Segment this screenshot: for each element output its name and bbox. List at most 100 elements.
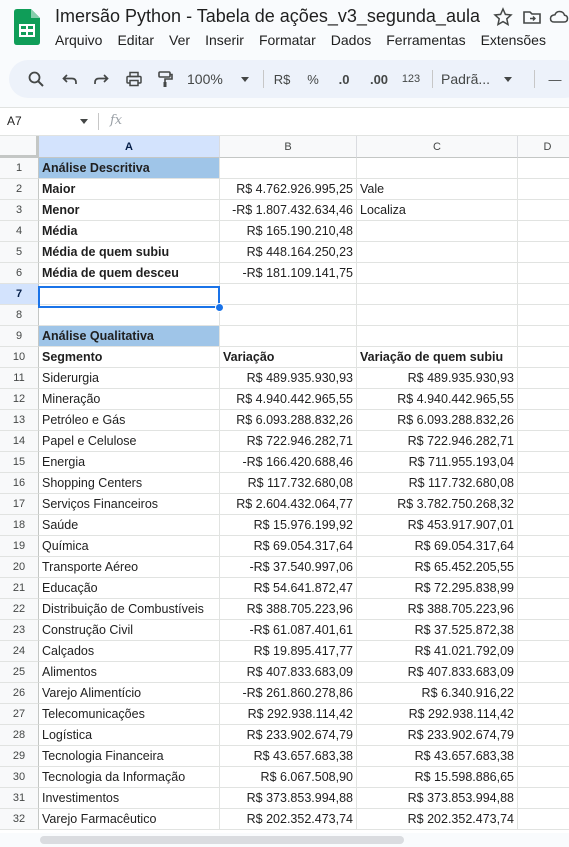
row-header[interactable]: 20 bbox=[0, 557, 39, 578]
cell-d[interactable] bbox=[518, 158, 569, 179]
cell-a[interactable]: Shopping Centers bbox=[39, 473, 220, 494]
row-header[interactable]: 5 bbox=[0, 242, 39, 263]
undo-button[interactable] bbox=[57, 60, 83, 98]
row-header[interactable]: 16 bbox=[0, 473, 39, 494]
cell-d[interactable] bbox=[518, 284, 569, 305]
cell-d[interactable] bbox=[518, 200, 569, 221]
fill-handle[interactable] bbox=[215, 303, 224, 312]
cell-c[interactable]: R$ 407.833.683,09 bbox=[357, 662, 518, 683]
cell-a[interactable]: Transporte Aéreo bbox=[39, 557, 220, 578]
cell-c[interactable]: R$ 233.902.674,79 bbox=[357, 725, 518, 746]
cell-d[interactable] bbox=[518, 515, 569, 536]
cell-b[interactable]: R$ 69.054.317,64 bbox=[220, 536, 357, 557]
cell-d[interactable] bbox=[518, 557, 569, 578]
cell-c[interactable]: R$ 489.935.930,93 bbox=[357, 368, 518, 389]
cell-c[interactable] bbox=[357, 263, 518, 284]
cell-c[interactable]: R$ 43.657.683,38 bbox=[357, 746, 518, 767]
cell-d[interactable] bbox=[518, 452, 569, 473]
cell-b[interactable]: -R$ 181.109.141,75 bbox=[220, 263, 357, 284]
horizontal-scrollbar[interactable] bbox=[0, 833, 569, 847]
cell-d[interactable] bbox=[518, 767, 569, 788]
row-header[interactable]: 22 bbox=[0, 599, 39, 620]
cell-a[interactable]: Mineração bbox=[39, 389, 220, 410]
cell-a[interactable]: Tecnologia Financeira bbox=[39, 746, 220, 767]
cell-c[interactable]: R$ 37.525.872,38 bbox=[357, 620, 518, 641]
cell-a[interactable]: Telecomunicações bbox=[39, 704, 220, 725]
more-formats-button[interactable]: 123 bbox=[398, 60, 424, 98]
cell-b[interactable] bbox=[220, 284, 357, 305]
menu-dados[interactable]: Dados bbox=[331, 32, 371, 48]
cell-c[interactable]: Variação de quem subiu bbox=[357, 347, 518, 368]
cell-d[interactable] bbox=[518, 179, 569, 200]
format-currency-button[interactable]: R$ bbox=[270, 60, 294, 98]
cell-a[interactable]: Petróleo e Gás bbox=[39, 410, 220, 431]
decrease-decimal-button[interactable]: .0 bbox=[331, 60, 357, 98]
cell-d[interactable] bbox=[518, 683, 569, 704]
cell-d[interactable] bbox=[518, 599, 569, 620]
cell-d[interactable] bbox=[518, 263, 569, 284]
menu-formatar[interactable]: Formatar bbox=[259, 32, 316, 48]
row-header[interactable]: 30 bbox=[0, 767, 39, 788]
row-header[interactable]: 19 bbox=[0, 536, 39, 557]
name-box[interactable]: A7 bbox=[7, 114, 22, 128]
cell-d[interactable] bbox=[518, 746, 569, 767]
font-select[interactable]: Padrã... bbox=[441, 60, 525, 98]
formula-input[interactable] bbox=[135, 113, 555, 131]
cell-d[interactable] bbox=[518, 221, 569, 242]
cell-b[interactable]: -R$ 261.860.278,86 bbox=[220, 683, 357, 704]
cell-a[interactable]: Logística bbox=[39, 725, 220, 746]
search-menus-button[interactable] bbox=[23, 60, 49, 98]
cell-c[interactable]: R$ 292.938.114,42 bbox=[357, 704, 518, 725]
cell-c[interactable]: Localiza bbox=[357, 200, 518, 221]
row-header[interactable]: 14 bbox=[0, 431, 39, 452]
row-header[interactable]: 11 bbox=[0, 368, 39, 389]
row-header[interactable]: 25 bbox=[0, 662, 39, 683]
cell-b[interactable]: -R$ 166.420.688,46 bbox=[220, 452, 357, 473]
row-header[interactable]: 18 bbox=[0, 515, 39, 536]
cell-d[interactable] bbox=[518, 641, 569, 662]
row-header[interactable]: 29 bbox=[0, 746, 39, 767]
cell-d[interactable] bbox=[518, 536, 569, 557]
cell-c[interactable]: R$ 373.853.994,88 bbox=[357, 788, 518, 809]
cell-b[interactable]: R$ 6.067.508,90 bbox=[220, 767, 357, 788]
cell-a[interactable]: Média bbox=[39, 221, 220, 242]
format-percent-button[interactable]: % bbox=[302, 60, 324, 98]
row-header[interactable]: 3 bbox=[0, 200, 39, 221]
menu-extensoes[interactable]: Extensões bbox=[481, 32, 546, 48]
cell-a[interactable]: Tecnologia da Informação bbox=[39, 767, 220, 788]
cell-b[interactable] bbox=[220, 305, 357, 326]
cell-c[interactable] bbox=[357, 158, 518, 179]
row-header[interactable]: 13 bbox=[0, 410, 39, 431]
cell-b[interactable]: R$ 292.938.114,42 bbox=[220, 704, 357, 725]
move-to-folder-icon[interactable] bbox=[522, 7, 542, 27]
cell-a[interactable]: Química bbox=[39, 536, 220, 557]
cell-a[interactable]: Investimentos bbox=[39, 788, 220, 809]
cell-d[interactable] bbox=[518, 809, 569, 830]
cell-b[interactable]: R$ 448.164.250,23 bbox=[220, 242, 357, 263]
cell-a[interactable]: Construção Civil bbox=[39, 620, 220, 641]
cell-b[interactable]: R$ 4.762.926.995,25 bbox=[220, 179, 357, 200]
cell-c[interactable]: R$ 117.732.680,08 bbox=[357, 473, 518, 494]
increase-decimal-button[interactable]: .00 bbox=[364, 60, 394, 98]
cell-b[interactable]: R$ 15.976.199,92 bbox=[220, 515, 357, 536]
cell-d[interactable] bbox=[518, 242, 569, 263]
row-header[interactable]: 24 bbox=[0, 641, 39, 662]
cell-b[interactable]: R$ 2.604.432.064,77 bbox=[220, 494, 357, 515]
cell-d[interactable] bbox=[518, 347, 569, 368]
cell-d[interactable] bbox=[518, 326, 569, 347]
cell-a[interactable] bbox=[39, 305, 220, 326]
cell-d[interactable] bbox=[518, 410, 569, 431]
cell-c[interactable]: Vale bbox=[357, 179, 518, 200]
cell-b[interactable]: R$ 489.935.930,93 bbox=[220, 368, 357, 389]
cell-d[interactable] bbox=[518, 788, 569, 809]
cell-d[interactable] bbox=[518, 368, 569, 389]
cell-b[interactable]: R$ 4.940.442.965,55 bbox=[220, 389, 357, 410]
cell-b[interactable]: R$ 117.732.680,08 bbox=[220, 473, 357, 494]
star-icon[interactable] bbox=[493, 7, 513, 27]
google-sheets-logo-icon[interactable] bbox=[14, 9, 40, 45]
menu-ferramentas[interactable]: Ferramentas bbox=[386, 32, 465, 48]
cell-d[interactable] bbox=[518, 662, 569, 683]
cell-a[interactable]: Siderurgia bbox=[39, 368, 220, 389]
cell-c[interactable] bbox=[357, 305, 518, 326]
cell-b[interactable]: Variação bbox=[220, 347, 357, 368]
